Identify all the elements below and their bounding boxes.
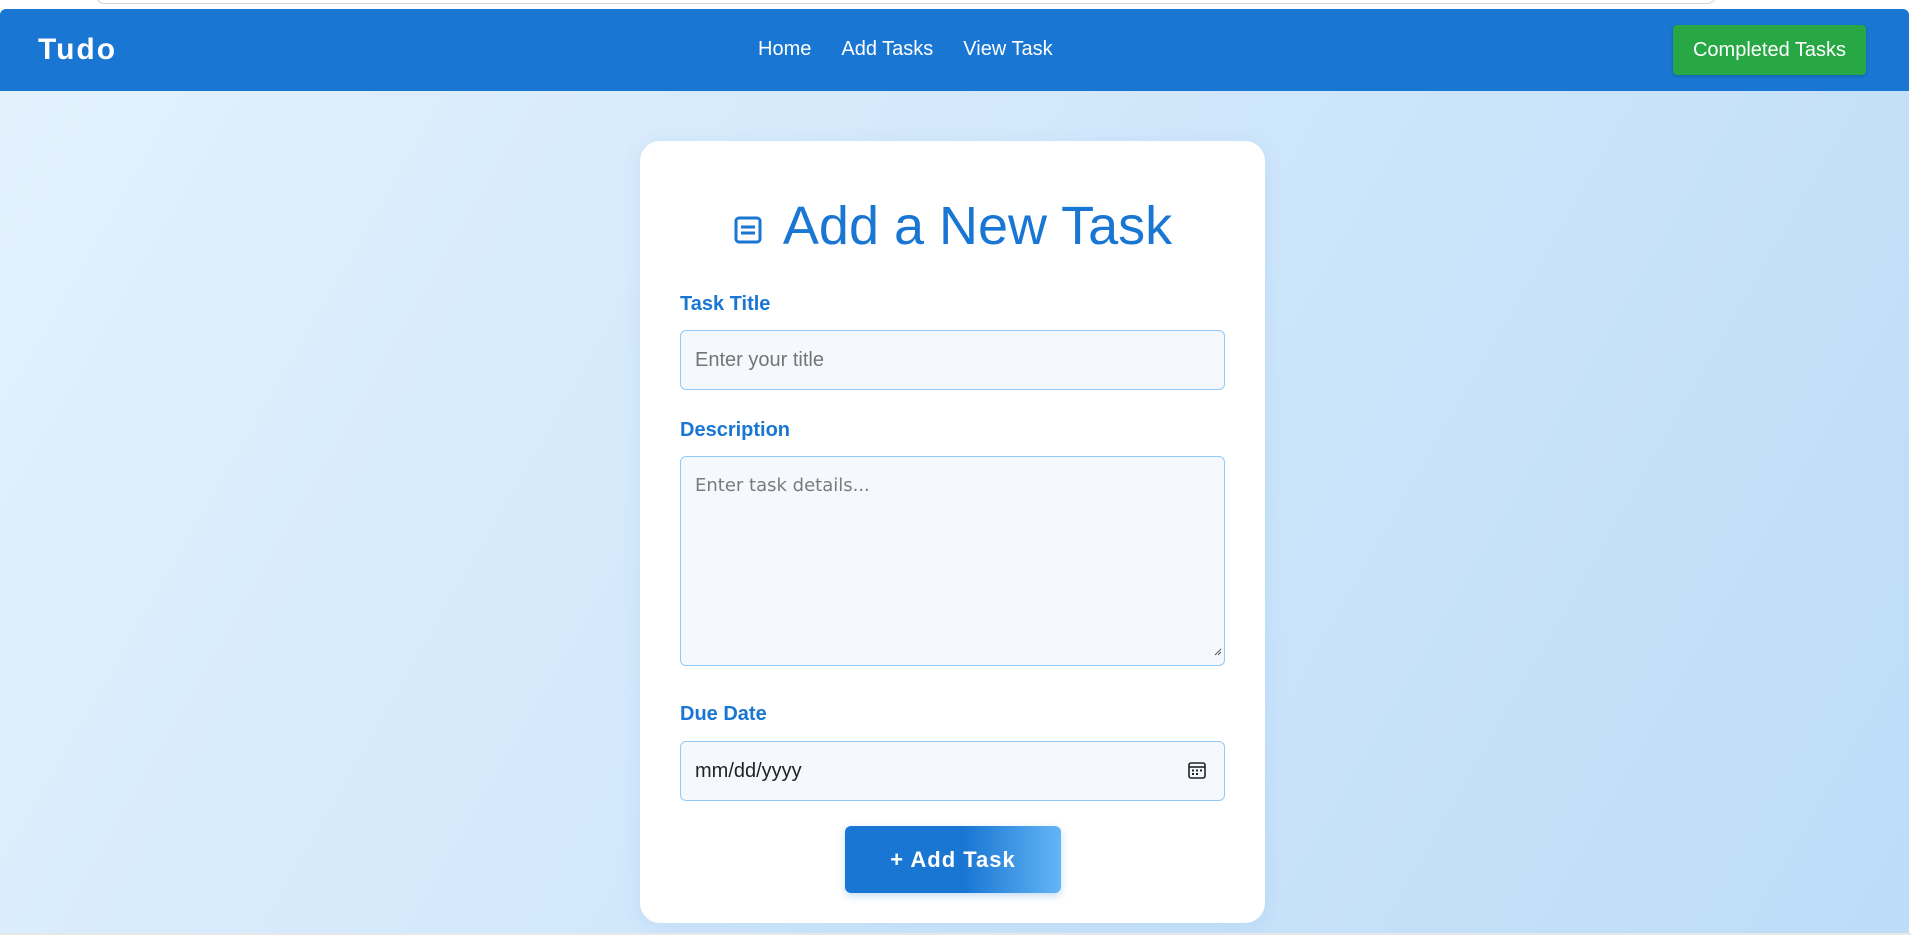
document-icon <box>734 216 762 244</box>
nav-links: Home Add Tasks View Task <box>758 38 1053 61</box>
add-task-button[interactable]: + Add Task <box>845 826 1061 893</box>
due-date-input[interactable]: mm/dd/yyyy <box>680 741 1225 801</box>
due-date-value: mm/dd/yyyy <box>695 760 802 782</box>
navbar: Tudo Home Add Tasks View Task Completed … <box>0 9 1909 91</box>
brand-logo[interactable]: Tudo <box>38 33 117 67</box>
nav-link-view-task[interactable]: View Task <box>963 38 1052 61</box>
task-title-label: Task Title <box>680 293 771 315</box>
app-window: Tudo Home Add Tasks View Task Completed … <box>0 9 1909 933</box>
calendar-icon[interactable] <box>1187 760 1207 780</box>
scroll-indicator <box>95 0 1717 4</box>
page-title: Add a New Task <box>782 196 1173 256</box>
description-label: Description <box>680 419 791 441</box>
nav-link-home[interactable]: Home <box>758 38 811 61</box>
nav-link-add-tasks[interactable]: Add Tasks <box>841 38 933 61</box>
page: Tudo Home Add Tasks View Task Completed … <box>0 0 1911 935</box>
resize-handle-icon[interactable] <box>1214 648 1222 656</box>
description-textarea[interactable] <box>680 456 1225 666</box>
card-heading: Add a New Task <box>640 195 1265 257</box>
completed-tasks-button[interactable]: Completed Tasks <box>1673 25 1866 75</box>
task-title-input[interactable] <box>680 330 1225 390</box>
add-task-card: Add a New Task Task Title Description Du… <box>640 141 1265 923</box>
due-date-label: Due Date <box>680 703 767 725</box>
